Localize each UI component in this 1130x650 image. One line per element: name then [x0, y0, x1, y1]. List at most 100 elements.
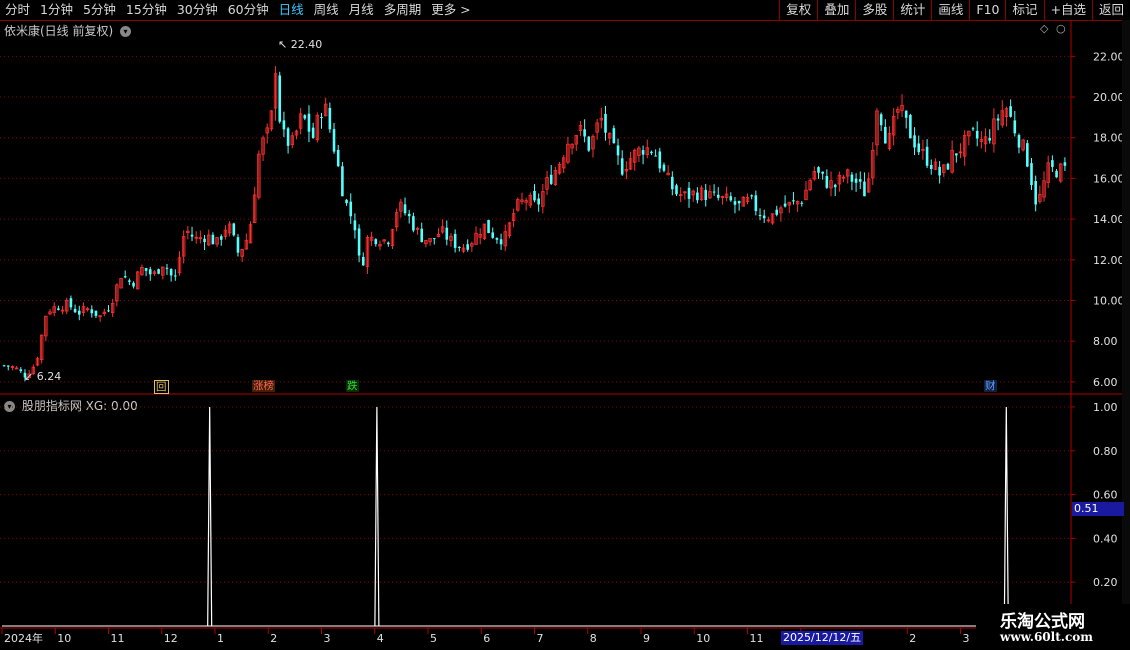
candle-body — [157, 269, 160, 274]
signal-spike — [207, 406, 213, 627]
candle-body — [604, 113, 607, 133]
candle-body — [132, 282, 135, 287]
candle-body — [733, 201, 737, 205]
event-marker-limit-down[interactable]: 跌 — [346, 380, 359, 392]
candle-body — [884, 126, 887, 144]
candle-body — [913, 135, 916, 148]
candle-body — [996, 118, 1000, 121]
candle-body — [533, 190, 536, 201]
event-marker-limit-up[interactable]: 涨榜 — [252, 380, 275, 392]
price-tick-label: 22.00 — [1093, 50, 1125, 63]
candle-body — [1055, 170, 1058, 178]
right-side-strip — [1122, 20, 1130, 630]
candle-body — [128, 280, 131, 282]
candle-body — [750, 195, 753, 197]
candle-body — [107, 310, 110, 312]
candle-body — [650, 151, 653, 154]
candle-body — [94, 310, 98, 316]
date-label: 7 — [537, 632, 544, 645]
candle-body — [988, 138, 992, 141]
candle-body — [1017, 135, 1021, 148]
date-label: 2024年 — [4, 631, 43, 645]
price-tick-label: 10.00 — [1093, 294, 1125, 307]
candle-body — [641, 150, 645, 155]
candle-body — [1063, 162, 1067, 166]
candle-body — [174, 275, 177, 277]
candle-body — [278, 75, 282, 122]
arrow-left-icon: ↙ — [24, 370, 34, 383]
date-highlight: 2025/12/12/五 — [781, 631, 864, 645]
candle-body — [792, 200, 795, 202]
candle-body — [387, 242, 390, 245]
candle-body — [165, 267, 169, 269]
date-label: 10 — [57, 632, 71, 645]
candle-body — [904, 110, 908, 118]
candle-body — [307, 113, 311, 132]
candle-body — [320, 116, 323, 118]
date-label: 4 — [377, 632, 384, 645]
signal-spike — [1003, 406, 1009, 627]
candle-body — [1013, 120, 1017, 134]
candle-body — [917, 143, 921, 153]
candle-body — [1026, 143, 1029, 167]
candle-body — [432, 238, 436, 240]
candle-body — [211, 234, 215, 245]
high-price-label: ↖ 22.40 — [278, 38, 323, 51]
candle-body — [357, 228, 361, 256]
candle-body — [236, 237, 240, 253]
candle-body — [879, 114, 883, 126]
candle-body — [403, 204, 407, 214]
date-label: 3 — [324, 632, 331, 645]
candle-body — [658, 151, 662, 169]
candle-body — [654, 155, 657, 157]
candle-body — [946, 163, 950, 170]
watermark-title: 乐淘公式网 — [1000, 612, 1085, 632]
chart-canvas[interactable]: 6.008.0010.0012.0014.0016.0018.0020.0022… — [0, 0, 1130, 650]
date-label: 8 — [590, 632, 597, 645]
candle-body — [2, 365, 6, 367]
event-marker-finance[interactable]: 财 — [984, 380, 997, 392]
candle-body — [341, 166, 344, 197]
candle-body — [286, 128, 290, 146]
candle-body — [775, 209, 779, 215]
candle-body — [169, 269, 173, 276]
candle-body — [466, 244, 469, 250]
candle-body — [729, 196, 733, 201]
event-marker-callback[interactable]: 回 — [154, 380, 169, 394]
candle-body — [549, 174, 553, 184]
candle-body — [6, 365, 10, 367]
indicator-tick-label: 0.20 — [1093, 576, 1118, 589]
candle-body — [817, 167, 820, 173]
date-label: 2 — [270, 632, 277, 645]
candle-body — [361, 256, 365, 266]
candle-body — [203, 238, 206, 243]
candle-body — [73, 308, 77, 313]
date-label: 11 — [750, 632, 764, 645]
candle-body — [19, 369, 23, 372]
candle-body — [420, 228, 424, 242]
candle-body — [955, 153, 958, 156]
candle-body — [762, 215, 766, 219]
candle-body — [90, 309, 94, 314]
candle-body — [57, 308, 60, 310]
indicator-current-value: 0.51 — [1072, 502, 1124, 516]
candle-body — [311, 127, 315, 138]
candle-body — [69, 298, 73, 308]
candle-body — [1009, 106, 1012, 117]
candle-body — [148, 269, 152, 275]
candle-body — [123, 276, 127, 278]
candle-body — [583, 129, 586, 137]
candle-body — [232, 223, 236, 236]
date-label: 5 — [430, 632, 437, 645]
date-label: 1 — [217, 632, 224, 645]
date-label: 3 — [963, 632, 970, 645]
candle-body — [704, 189, 708, 201]
candle-body — [349, 201, 353, 217]
candle-body — [77, 310, 81, 315]
candle-body — [821, 171, 824, 174]
low-price-label: ↙ 6.24 — [24, 370, 62, 383]
candle-body — [353, 220, 357, 231]
candle-body — [458, 246, 461, 249]
candle-body — [850, 174, 854, 182]
candle-body — [938, 166, 941, 176]
